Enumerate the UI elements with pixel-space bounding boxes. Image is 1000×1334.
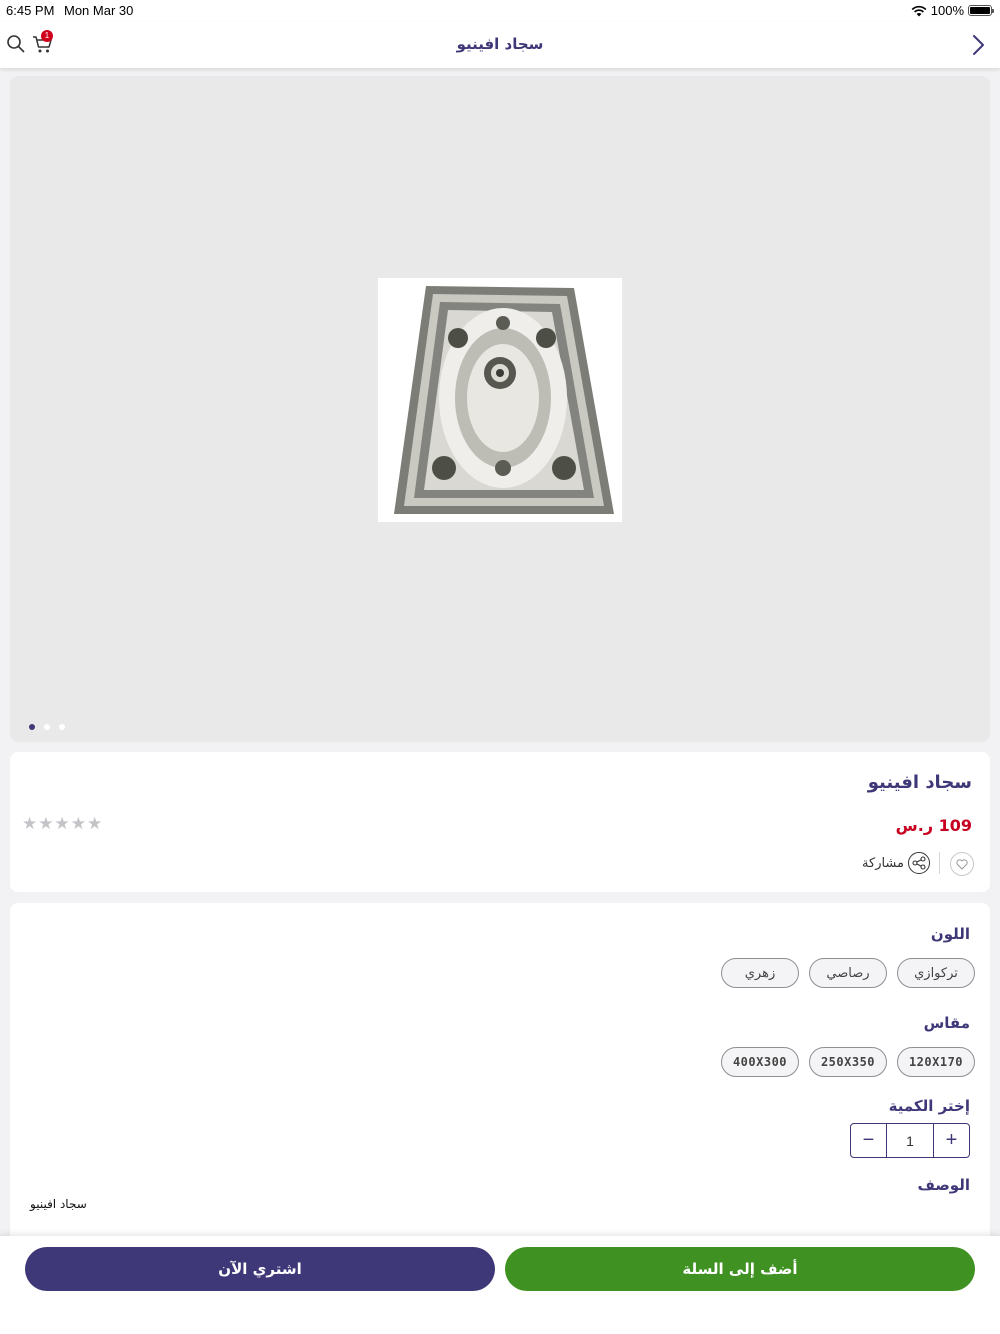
quantity-label: إختر الكمية bbox=[888, 1097, 970, 1115]
description-text: سجاد افينيو bbox=[30, 1197, 87, 1211]
star-icon[interactable]: ★ bbox=[87, 814, 102, 834]
product-info-card: سجاد افينيو ★ ★ ★ ★ ★ 109 ر.س مشاركة bbox=[10, 752, 990, 892]
size-label: مقاس bbox=[923, 1014, 970, 1032]
size-options: 120X170 250X350 400X300 bbox=[721, 1047, 975, 1077]
quantity-value[interactable]: 1 bbox=[886, 1124, 934, 1157]
nav-bar: 1 سجاد افينيو bbox=[0, 22, 1000, 68]
gallery-dot[interactable] bbox=[59, 724, 65, 730]
size-chip[interactable]: 120X170 bbox=[897, 1047, 975, 1077]
status-right: 100% bbox=[911, 3, 994, 18]
chevron-right-icon[interactable] bbox=[966, 32, 990, 58]
star-icon[interactable]: ★ bbox=[38, 814, 53, 834]
share-icon bbox=[908, 852, 930, 874]
rating-stars[interactable]: ★ ★ ★ ★ ★ bbox=[22, 814, 102, 834]
star-icon[interactable]: ★ bbox=[55, 814, 70, 834]
color-chip[interactable]: تركوازي bbox=[897, 958, 975, 988]
battery-fill bbox=[970, 7, 990, 14]
product-title: سجاد افينيو bbox=[867, 772, 972, 793]
description-label: الوصف bbox=[917, 1176, 970, 1194]
gallery-dots[interactable] bbox=[29, 724, 65, 730]
battery-percent: 100% bbox=[930, 3, 964, 18]
plus-button[interactable]: + bbox=[934, 1124, 969, 1157]
product-options-card: اللون تركوازي رصاصي زهري مقاس 120X170 25… bbox=[10, 903, 990, 1243]
size-chip[interactable]: 400X300 bbox=[721, 1047, 799, 1077]
buy-now-button[interactable]: اشتري الآن bbox=[25, 1247, 495, 1291]
product-image bbox=[378, 278, 622, 522]
color-label: اللون bbox=[930, 925, 970, 943]
size-chip[interactable]: 250X350 bbox=[809, 1047, 887, 1077]
gallery-dot[interactable] bbox=[29, 724, 35, 730]
color-chip[interactable]: رصاصي bbox=[809, 958, 887, 988]
color-options: تركوازي رصاصي زهري bbox=[721, 958, 975, 988]
wifi-icon bbox=[911, 5, 927, 16]
favorite-button[interactable] bbox=[950, 852, 974, 876]
divider bbox=[939, 852, 940, 874]
gallery-dot[interactable] bbox=[44, 724, 50, 730]
minus-button[interactable]: − bbox=[851, 1124, 886, 1157]
star-icon[interactable]: ★ bbox=[22, 814, 37, 834]
bottom-action-bar: اشتري الآن أضف إلى السلة bbox=[0, 1236, 1000, 1334]
status-time: 6:45 PM bbox=[6, 3, 55, 18]
page-title: سجاد افينيو bbox=[456, 35, 544, 53]
rug-illustration bbox=[394, 286, 614, 514]
product-price: 109 ر.س bbox=[895, 816, 972, 835]
product-gallery[interactable] bbox=[10, 76, 990, 742]
heart-icon bbox=[956, 858, 968, 869]
star-icon[interactable]: ★ bbox=[71, 814, 86, 834]
status-bar: 6:45 PM Mon Mar 30 100% bbox=[0, 0, 1000, 22]
share-button[interactable]: مشاركة bbox=[862, 852, 930, 874]
add-to-cart-button[interactable]: أضف إلى السلة bbox=[505, 1247, 975, 1291]
share-label: مشاركة bbox=[862, 855, 904, 871]
color-chip[interactable]: زهري bbox=[721, 958, 799, 988]
battery-icon bbox=[968, 5, 994, 16]
quantity-stepper: + 1 − bbox=[850, 1123, 970, 1158]
status-date: Mon Mar 30 bbox=[64, 3, 134, 18]
